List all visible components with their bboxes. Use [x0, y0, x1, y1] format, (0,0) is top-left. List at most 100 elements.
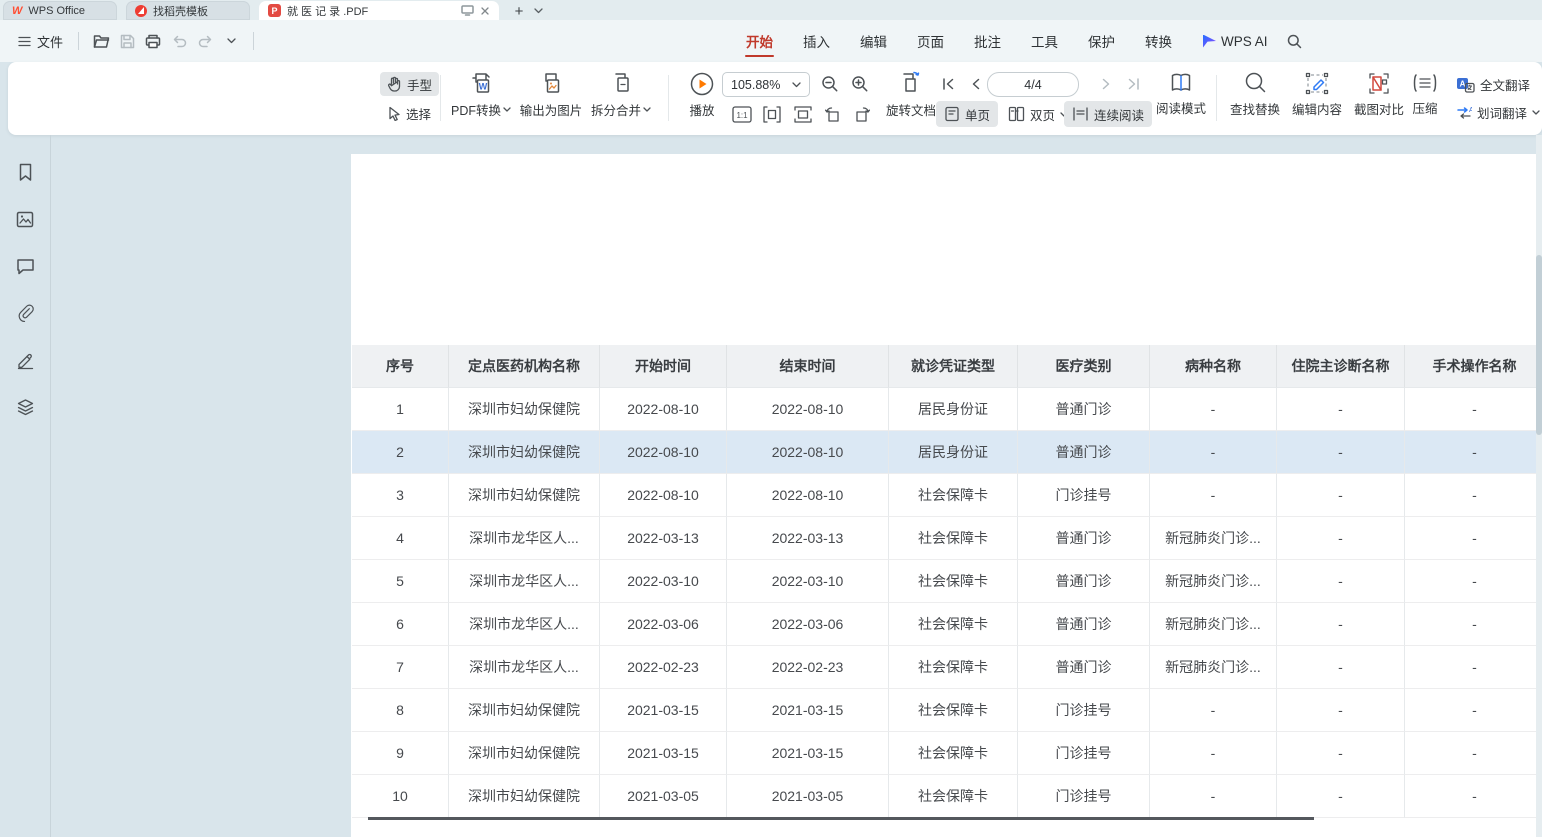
table-cell: 深圳市龙华区人...	[449, 646, 600, 689]
menu-search-button[interactable]	[1282, 28, 1308, 54]
select-tool-button[interactable]: 选择	[380, 101, 438, 125]
zoom-level-select[interactable]: 105.88%	[722, 72, 810, 97]
tab-medical-record-pdf[interactable]: P 就 医 记 录 .PDF	[259, 1, 499, 20]
close-tab-icon[interactable]	[480, 6, 490, 16]
word-translate-button[interactable]: A 划词翻译	[1456, 103, 1540, 122]
rotate-left-button[interactable]	[821, 102, 845, 126]
continuous-read-button[interactable]: 连续阅读	[1064, 101, 1152, 127]
play-button[interactable]: 播放	[676, 71, 728, 119]
pdf-convert-icon: W	[469, 71, 493, 97]
table-header-cell: 定点医药机构名称	[449, 345, 600, 388]
menu-convert[interactable]: 转换	[1130, 20, 1187, 62]
menu-comment[interactable]: 批注	[959, 20, 1016, 62]
table-cell: 普通门诊	[1018, 388, 1150, 431]
divider	[668, 75, 669, 121]
single-page-label: 单页	[965, 105, 990, 124]
full-text-translate-button[interactable]: A 全文翻译	[1456, 75, 1530, 94]
quickbar-chevron-icon[interactable]	[218, 28, 244, 54]
vertical-scrollbar[interactable]	[1536, 135, 1542, 837]
tab-wps-office[interactable]: W WPS Office	[3, 1, 117, 20]
wps-ai-button[interactable]: WPS AI	[1187, 34, 1278, 49]
first-page-button[interactable]	[938, 74, 958, 94]
find-replace-icon	[1243, 71, 1267, 96]
table-cell: 居民身份证	[889, 388, 1018, 431]
table-cell: 2022-08-10	[600, 474, 727, 517]
table-cell: 2021-03-15	[600, 732, 727, 775]
table-cell: 3	[352, 474, 449, 517]
tab-list-chevron-icon[interactable]	[529, 2, 547, 20]
single-page-button[interactable]: 单页	[936, 101, 998, 127]
left-panel-sidebar	[0, 135, 51, 837]
attachments-panel-button[interactable]	[12, 300, 38, 326]
rotate-document-icon	[898, 70, 924, 97]
comments-panel-button[interactable]	[12, 253, 38, 279]
actual-size-button[interactable]: 1:1	[730, 102, 754, 126]
menu-page[interactable]: 页面	[902, 20, 959, 62]
undo-icon	[172, 35, 187, 48]
zoom-in-button[interactable]	[850, 74, 870, 94]
table-cell: 门诊挂号	[1018, 689, 1150, 732]
undo-button[interactable]	[166, 28, 192, 54]
bookmarks-panel-button[interactable]	[12, 159, 38, 185]
chevron-down-icon	[792, 82, 801, 88]
save-button[interactable]	[114, 28, 140, 54]
monitor-icon[interactable]	[461, 5, 474, 16]
layers-panel-button[interactable]	[12, 394, 38, 420]
table-cell: -	[1405, 603, 1536, 646]
table-cell: 社会保障卡	[889, 560, 1018, 603]
menu-tools[interactable]: 工具	[1016, 20, 1073, 62]
new-tab-button[interactable]: +	[509, 2, 529, 20]
zoom-in-icon	[851, 75, 869, 93]
page-number-input[interactable]: 4/4	[987, 72, 1079, 97]
read-mode-button[interactable]: 阅读模式	[1146, 71, 1216, 117]
menu-items: 开始 插入 编辑 页面 批注 工具 保护 转换 WPS AI	[731, 20, 1308, 62]
zoom-out-button[interactable]	[820, 74, 840, 94]
table-cell: -	[1405, 560, 1536, 603]
table-cell: 2022-08-10	[727, 388, 889, 431]
table-cell: 4	[352, 517, 449, 560]
table-cell: -	[1277, 646, 1405, 689]
table-cell: 2021-03-05	[727, 775, 889, 818]
menu-insert[interactable]: 插入	[788, 20, 845, 62]
last-page-button[interactable]	[1123, 74, 1143, 94]
fit-page-button[interactable]	[791, 102, 815, 126]
pdf-convert-button[interactable]: W PDF转换	[446, 71, 516, 119]
prev-page-button[interactable]	[965, 74, 985, 94]
word-translate-icon: A	[1456, 105, 1472, 121]
table-cell: -	[1150, 732, 1277, 775]
find-replace-button[interactable]: 查找替换	[1220, 71, 1290, 118]
thumbnails-panel-button[interactable]	[12, 206, 38, 232]
menu-protect[interactable]: 保护	[1073, 20, 1130, 62]
file-menu-button[interactable]: 文件	[12, 28, 69, 55]
table-cell: 深圳市龙华区人...	[449, 517, 600, 560]
table-cell: 深圳市龙华区人...	[449, 603, 600, 646]
table-header-cell: 开始时间	[600, 345, 727, 388]
table-cell: -	[1405, 474, 1536, 517]
table-cell: 新冠肺炎门诊...	[1150, 603, 1277, 646]
export-image-button[interactable]: 输出为图片	[516, 71, 586, 119]
open-file-button[interactable]	[88, 28, 114, 54]
signature-panel-button[interactable]	[12, 347, 38, 373]
compress-button[interactable]: 压缩	[1402, 71, 1448, 117]
edit-content-button[interactable]: 编辑内容	[1282, 71, 1352, 118]
read-mode-icon	[1168, 71, 1194, 95]
table-cell: 社会保障卡	[889, 646, 1018, 689]
table-cell: 居民身份证	[889, 431, 1018, 474]
hand-tool-button[interactable]: 手型	[380, 72, 439, 96]
table-cell: 2022-08-10	[727, 474, 889, 517]
tab-docer-templates[interactable]: 找稻壳模板	[126, 1, 250, 20]
scrollbar-thumb[interactable]	[1536, 255, 1542, 435]
next-page-button[interactable]	[1096, 74, 1116, 94]
fit-width-button[interactable]	[760, 102, 784, 126]
wps-ai-label: WPS AI	[1221, 34, 1268, 49]
table-cell: 1	[352, 388, 449, 431]
split-merge-button[interactable]: 拆分合并	[586, 71, 656, 119]
print-button[interactable]	[140, 28, 166, 54]
menu-edit[interactable]: 编辑	[845, 20, 902, 62]
menu-home[interactable]: 开始	[731, 20, 788, 62]
redo-button[interactable]	[192, 28, 218, 54]
svg-text:W: W	[479, 82, 488, 92]
medical-records-table: 序号定点医药机构名称开始时间结束时间就诊凭证类型医疗类别病种名称住院主诊断名称手…	[352, 345, 1536, 818]
divider	[440, 75, 441, 121]
rotate-right-button[interactable]	[850, 102, 874, 126]
